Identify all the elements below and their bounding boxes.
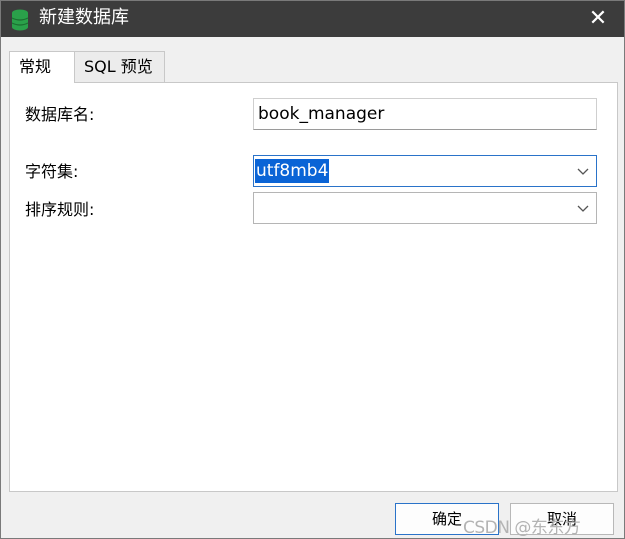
charset-label: 字符集: xyxy=(25,162,79,181)
tab-sql-preview-label: SQL 预览 xyxy=(84,57,153,76)
collation-value xyxy=(255,196,257,220)
db-name-label: 数据库名: xyxy=(25,105,95,124)
cancel-button[interactable]: 取消 xyxy=(510,503,614,535)
cancel-button-label: 取消 xyxy=(546,510,577,528)
window-title: 新建数据库 xyxy=(39,7,129,28)
charset-value: utf8mb4 xyxy=(255,159,330,183)
charset-select[interactable]: utf8mb4 xyxy=(253,155,597,187)
ok-button-label: 确定 xyxy=(431,510,462,528)
close-icon: ✕ xyxy=(588,5,608,30)
tab-sql-preview[interactable]: SQL 预览 xyxy=(75,51,165,83)
close-button[interactable]: ✕ xyxy=(586,6,610,30)
db-name-input[interactable]: book_manager xyxy=(253,98,597,130)
tab-general[interactable]: 常规 xyxy=(9,51,75,83)
db-name-value: book_manager xyxy=(258,104,385,124)
title-bar[interactable]: 新建数据库 ✕ xyxy=(1,1,624,37)
collation-label: 排序规则: xyxy=(25,200,95,219)
chevron-down-icon[interactable] xyxy=(576,164,590,178)
database-icon xyxy=(11,9,29,31)
tab-general-label: 常规 xyxy=(19,57,52,76)
chevron-down-icon[interactable] xyxy=(576,201,590,215)
general-panel: 数据库名: book_manager 字符集: utf8mb4 排序规则: xyxy=(9,82,618,492)
collation-select[interactable] xyxy=(253,192,597,224)
new-database-dialog: 新建数据库 ✕ 常规 SQL 预览 数据库名: book_manager 字符集… xyxy=(0,0,625,539)
ok-button[interactable]: 确定 xyxy=(395,503,499,535)
